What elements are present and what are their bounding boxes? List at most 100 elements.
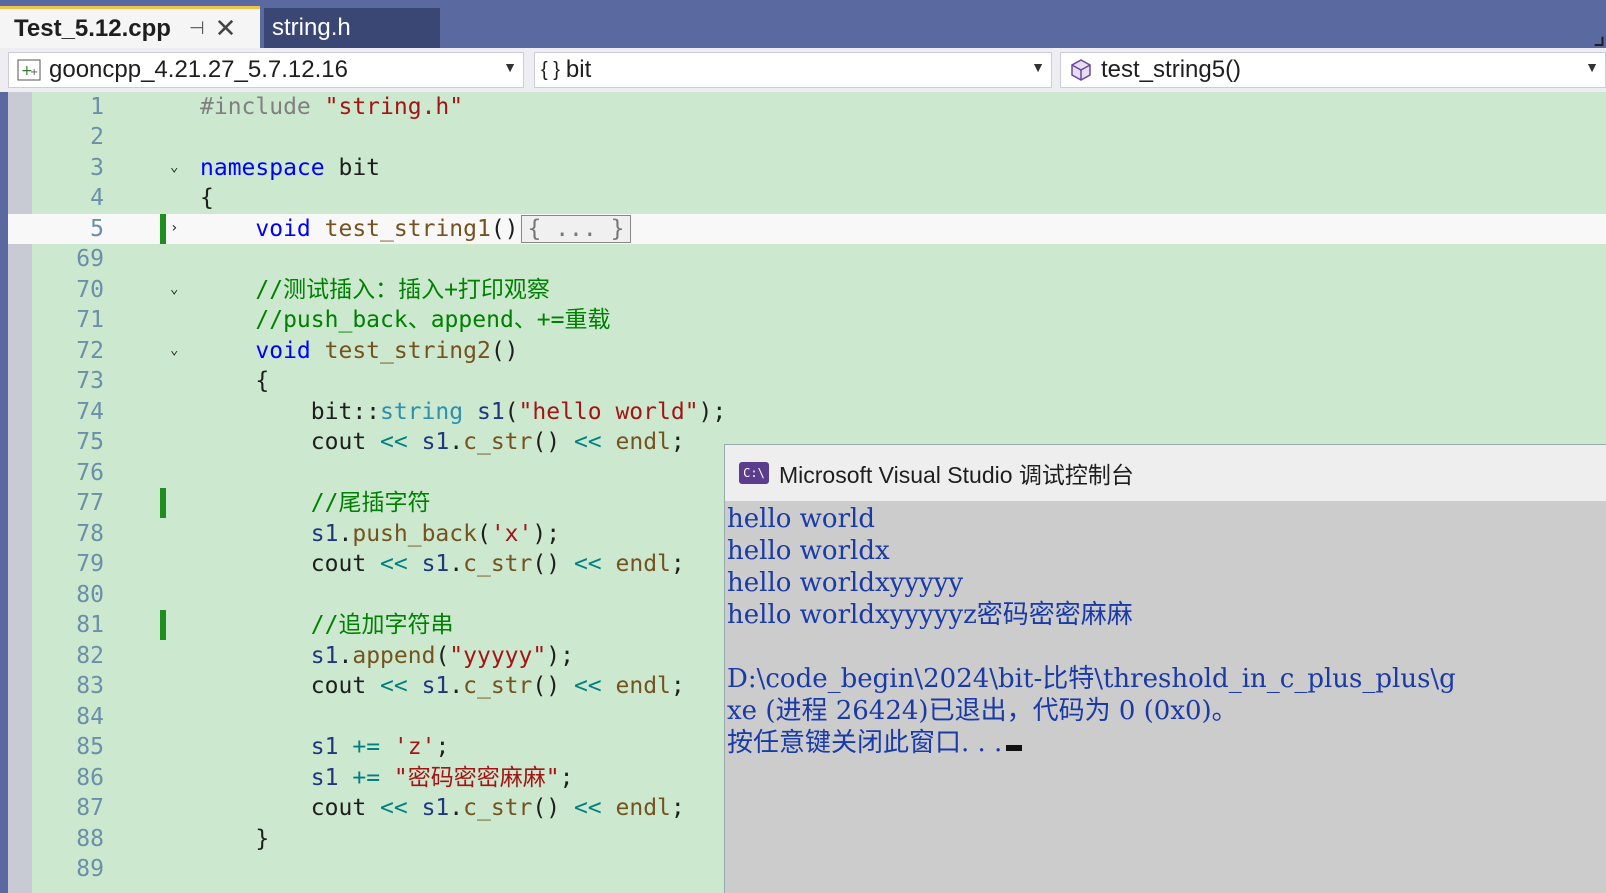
code-text: { [200,368,270,394]
line-number: 72 [76,338,104,364]
fold-collapse-icon[interactable]: ⌄ [170,282,184,296]
code-text: //push_back、append、+=重载 [255,307,611,333]
svg-text:+: + [30,67,38,78]
member-label: test_string5() [1101,56,1242,83]
console-title: Microsoft Visual Studio 调试控制台 [779,462,1134,488]
console-line: hello worldx [727,536,890,566]
line-number: 77 [76,490,104,516]
console-line: hello world [727,504,875,534]
project-dropdown[interactable]: + + gooncpp_4.21.27_5.7.12.16 ▼ [8,52,524,88]
line-number: 84 [76,704,104,730]
line-number: 87 [76,795,104,821]
code-line[interactable]: 74 bit::string s1("hello world"); [8,397,1606,427]
code-text: //测试插入：插入+打印观察 [255,277,550,303]
console-app-icon: C:\ [739,462,769,484]
code-line[interactable]: 73 { [8,366,1606,396]
change-marker [160,214,166,244]
debug-console-window[interactable]: C:\ Microsoft Visual Studio 调试控制台 hello … [724,444,1606,893]
line-number: 75 [76,429,104,455]
line-number: 82 [76,643,104,669]
console-line: D:\code_begin\2024\bit-比特\threshold_in_c… [727,664,1456,694]
code-text: cout << s1.c_str() << endl; [200,551,685,577]
project-label: gooncpp_4.21.27_5.7.12.16 [49,56,348,83]
pin-icon[interactable]: ⊣ [189,18,205,39]
project-icon: + + [15,57,43,83]
line-number: 70 [76,277,104,303]
close-icon[interactable]: ✕ [215,13,237,44]
line-number: 78 [76,521,104,547]
code-line[interactable]: 3 ⌄ namespace bit [8,153,1606,183]
scope-dropdown[interactable]: { } bit ▼ [534,52,1052,88]
line-number: 73 [76,368,104,394]
line-number: 81 [76,612,104,638]
chevron-down-icon: ▼ [1031,59,1045,75]
chevron-down-icon: ▼ [503,59,517,75]
line-number: 79 [76,551,104,577]
code-text: bit::string s1("hello world"); [200,399,727,425]
code-text: s1.append("yyyyy"); [310,643,574,669]
code-text: cout << s1.c_str() << endl; [200,795,685,821]
fold-collapse-icon[interactable]: ⌄ [170,343,184,357]
code-line[interactable]: 2 [8,122,1606,152]
line-number: 83 [76,673,104,699]
code-line[interactable]: 72 ⌄ void test_string2() [8,336,1606,366]
fold-collapse-icon[interactable]: ⌄ [170,160,184,174]
method-cube-icon [1067,57,1095,83]
tab-overflow-icon[interactable]: ⌟ [1593,18,1606,51]
line-number: 88 [76,826,104,852]
line-number: 85 [76,734,104,760]
change-marker [160,488,166,518]
code-text: void test_string1(){ ... } [200,214,632,244]
tab-string-h[interactable]: string.h [264,8,440,48]
line-number: 1 [90,94,104,120]
document-tab-bar: Test_5.12.cpp ⊣ ✕ string.h ⌟ [0,0,1606,51]
code-text: { [200,185,214,211]
tab-label: string.h [272,14,351,41]
console-title-bar[interactable]: C:\ Microsoft Visual Studio 调试控制台 [725,445,1606,501]
code-text: void test_string2() [255,338,519,364]
code-text: s1 += "密码密密麻麻"; [310,765,574,791]
console-line: xe (进程 26424)已退出，代码为 0 (0x0)。 [727,696,1238,726]
line-number: 71 [76,307,104,333]
line-number: 3 [90,155,104,181]
tab-label: Test_5.12.cpp [14,14,171,42]
navigation-bar: + + gooncpp_4.21.27_5.7.12.16 ▼ { } bit ▼… [0,48,1606,92]
code-text: #include "string.h" [200,94,464,120]
code-line[interactable]: 70 ⌄ //测试插入：插入+打印观察 [8,275,1606,305]
collapsed-region[interactable]: { ... } [520,215,632,243]
console-line: hello worldxyyyyy [727,568,964,598]
chevron-down-icon: ▼ [1585,59,1599,75]
code-line[interactable]: 69 [8,244,1606,274]
code-text: s1 += 'z'; [310,734,450,760]
tab-test-5-12-cpp[interactable]: Test_5.12.cpp ⊣ ✕ [0,6,260,48]
line-number: 69 [76,246,104,272]
code-text: s1.push_back('x'); [310,521,561,547]
namespace-icon: { } [541,58,560,81]
console-line-prompt: 按任意键关闭此窗口. . . [727,727,1606,759]
line-number: 80 [76,582,104,608]
code-line[interactable]: 1 #include "string.h" [8,92,1606,122]
line-number: 76 [76,460,104,486]
code-text: namespace bit [200,155,381,181]
text-cursor [1006,745,1023,751]
code-text: cout << s1.c_str() << endl; [200,429,685,455]
line-number: 2 [90,124,104,150]
code-text: cout << s1.c_str() << endl; [200,673,685,699]
member-dropdown[interactable]: test_string5() ▼ [1060,52,1606,88]
code-text: //追加字符串 [310,612,454,638]
console-line: hello worldxyyyyyz密码密密麻麻 [727,600,1133,630]
line-number: 86 [76,765,104,791]
console-prompt-text: 按任意键关闭此窗口. . . [727,728,1003,758]
fold-expand-icon[interactable]: › [170,221,184,235]
scope-label: bit [565,56,592,83]
console-output[interactable]: hello world hello worldx hello worldxyyy… [727,503,1606,759]
line-number: 89 [76,856,104,882]
code-line[interactable]: 71 //push_back、append、+=重载 [8,305,1606,335]
line-number: 74 [76,399,104,425]
code-line-current[interactable]: 5 › void test_string1(){ ... } [8,214,1606,244]
code-line[interactable]: 4 { [8,183,1606,213]
line-number: 5 [90,216,104,242]
line-number: 4 [90,185,104,211]
code-text: //尾插字符 [310,490,431,516]
